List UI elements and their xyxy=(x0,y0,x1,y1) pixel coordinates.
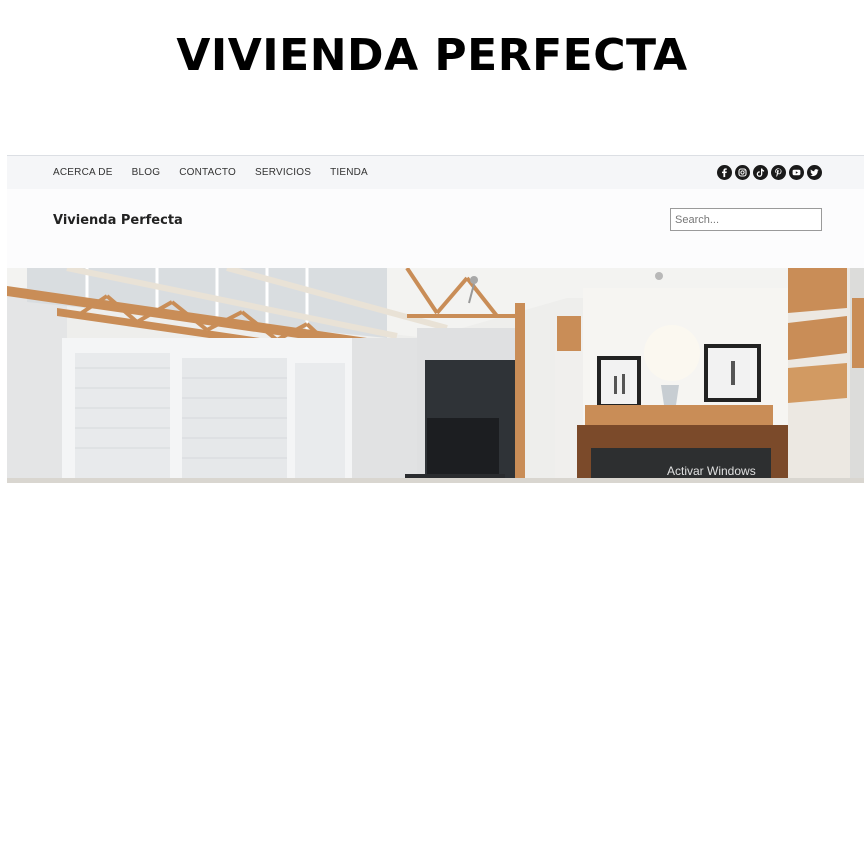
nav-item-tienda[interactable]: TIENDA xyxy=(330,167,368,178)
twitter-icon[interactable] xyxy=(807,165,822,180)
nav-item-contacto[interactable]: CONTACTO xyxy=(179,167,236,178)
pinterest-icon[interactable] xyxy=(771,165,786,180)
site-title[interactable]: Vivienda Perfecta xyxy=(53,213,183,228)
top-navigation: ACERCA DE BLOG CONTACTO SERVICIOS TIENDA xyxy=(7,155,864,190)
hero-image: Activar Windows xyxy=(7,265,864,483)
instagram-icon[interactable] xyxy=(735,165,750,180)
search-input[interactable] xyxy=(670,208,822,231)
nav-menu: ACERCA DE BLOG CONTACTO SERVICIOS TIENDA xyxy=(53,167,387,178)
tiktok-icon[interactable] xyxy=(753,165,768,180)
youtube-icon[interactable] xyxy=(789,165,804,180)
living-room-photo xyxy=(7,265,864,483)
brand-header: Vivienda Perfecta xyxy=(7,189,864,268)
nav-item-acerca-de[interactable]: ACERCA DE xyxy=(53,167,113,178)
facebook-icon[interactable] xyxy=(717,165,732,180)
page-headline: VIVIENDA PERFECTA xyxy=(176,30,688,81)
website-preview: ACERCA DE BLOG CONTACTO SERVICIOS TIENDA xyxy=(7,155,864,485)
nav-item-blog[interactable]: BLOG xyxy=(132,167,161,178)
social-links xyxy=(714,165,822,180)
nav-item-servicios[interactable]: SERVICIOS xyxy=(255,167,311,178)
windows-watermark: Activar Windows xyxy=(667,464,756,478)
